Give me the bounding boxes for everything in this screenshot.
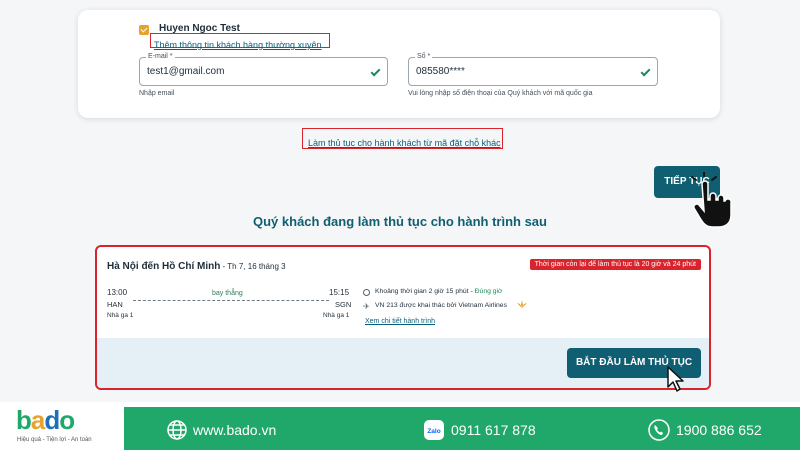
operator: VN 213 được khai thác bởi Vietnam Airlin…: [375, 302, 507, 309]
vietnam-airlines-lotus-icon: [517, 300, 527, 308]
depart-terminal: Nhà ga 1: [107, 312, 134, 319]
brand-tagline: Hiệu quả - Tiện lợi - An toàn: [17, 437, 92, 443]
route-name: Hà Nội đến Hồ Chí Minh: [107, 261, 221, 272]
section-title: Quý khách đang làm thủ tục cho hành trìn…: [253, 214, 547, 229]
itinerary-card: Hà Nội đến Hồ Chí Minh - Th 7, 16 tháng …: [95, 245, 711, 390]
flight-status: Đúng giờ: [474, 288, 503, 295]
add-frequent-customer-highlight: Thêm thông tin khách hàng thường xuyên: [150, 33, 330, 50]
zalo-phone[interactable]: 0911 617 878: [451, 422, 536, 438]
flight-type: bay thẳng: [212, 290, 243, 297]
brand-letter: o: [59, 405, 75, 435]
depart-time: 13:00: [107, 288, 128, 297]
depart-code: HAN: [107, 300, 123, 309]
passenger-checkbox[interactable]: [139, 25, 149, 35]
duration: Khoảng thời gian 2 giờ 15 phút: [375, 288, 469, 295]
brand-letter: b: [16, 405, 32, 435]
bado-logo: bado: [16, 405, 75, 436]
phone-valid-check-icon: [640, 66, 651, 77]
website-link[interactable]: www.bado.vn: [193, 422, 276, 438]
phone-hint: Vui lòng nhập số điện thoại của Quý khác…: [408, 90, 593, 97]
arrive-time: 15:15: [329, 288, 350, 297]
route-line: [133, 300, 329, 301]
phone-icon: [648, 419, 670, 441]
time-remaining-badge: Thời gian còn lại để làm thủ tục là 20 g…: [529, 259, 701, 270]
phone-value[interactable]: 085580****: [416, 66, 465, 77]
email-value[interactable]: test1@gmail.com: [147, 66, 224, 77]
brand-letter: d: [44, 405, 60, 435]
duration-line: Khoảng thời gian 2 giờ 15 phút - Đúng gi…: [375, 288, 503, 295]
other-booking-link[interactable]: Làm thủ tục cho hành khách từ mã đặt chỗ…: [308, 138, 501, 148]
zalo-icon: Zalo: [424, 420, 444, 440]
email-valid-check-icon: [370, 66, 381, 77]
email-field[interactable]: E-mail * test1@gmail.com: [139, 53, 388, 86]
other-booking-highlight: Làm thủ tục cho hành khách từ mã đặt chỗ…: [302, 128, 503, 149]
add-frequent-customer-link[interactable]: Thêm thông tin khách hàng thường xuyên: [154, 40, 322, 50]
route-title: Hà Nội đến Hồ Chí Minh - Th 7, 16 tháng …: [107, 261, 286, 272]
phone-label: Số *: [415, 53, 433, 60]
arrive-terminal: Nhà ga 1: [323, 312, 350, 319]
email-label: E-mail *: [146, 53, 175, 60]
hotline[interactable]: 1900 886 652: [676, 422, 762, 438]
globe-icon: [167, 420, 187, 440]
brand-letter: a: [30, 405, 46, 435]
phone-field[interactable]: Số * 085580****: [408, 53, 658, 86]
zalo-label: Zalo: [427, 428, 440, 435]
view-itinerary-details-link[interactable]: Xem chi tiết hành trình: [365, 318, 435, 325]
clock-icon: [363, 289, 370, 296]
arrow-cursor-icon: [667, 366, 684, 392]
route-date: - Th 7, 16 tháng 3: [220, 262, 286, 271]
arrive-code: SGN: [335, 300, 352, 309]
email-hint: Nhập email: [139, 90, 175, 97]
plane-icon: ✈: [363, 302, 370, 311]
